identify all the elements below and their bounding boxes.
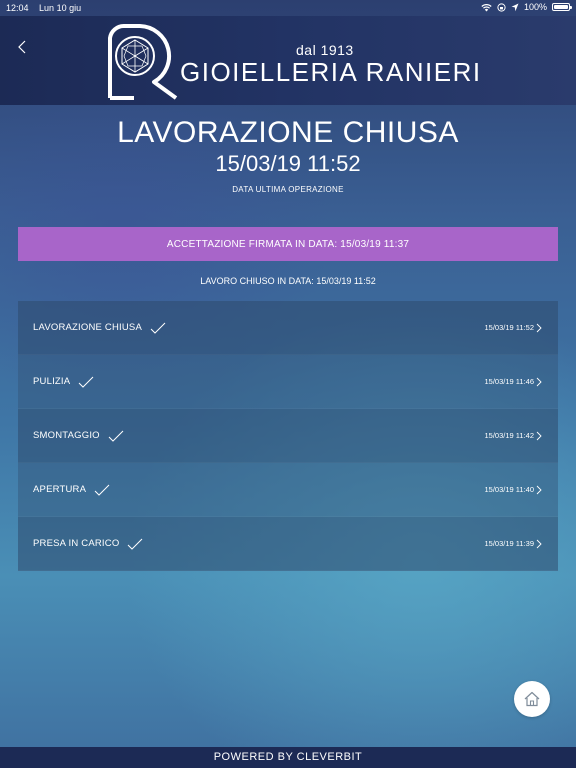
chevron-right-icon: [536, 485, 542, 494]
check-icon: [150, 322, 166, 334]
home-button[interactable]: [514, 681, 550, 717]
app-header: dal 1913 GIOIELLERIA RANIERI: [0, 16, 576, 105]
status-right: 100%: [481, 2, 572, 12]
step-label: APERTURA: [33, 484, 87, 495]
steps-list: LAVORAZIONE CHIUSA 15/03/19 11:52 PULIZI…: [18, 301, 558, 571]
acceptance-text: ACCETTAZIONE FIRMATA IN DATA: 15/03/19 1…: [166, 238, 410, 250]
step-label: SMONTAGGIO: [33, 430, 100, 441]
step-time: 15/03/19 11:42: [484, 431, 535, 440]
back-button[interactable]: [14, 38, 32, 56]
brand-since: dal 1913: [296, 42, 354, 58]
battery-fill: [554, 5, 568, 9]
step-label: PULIZIA: [33, 376, 71, 387]
footer-text: POWERED BY CLEVERBIT: [213, 751, 363, 763]
step-time: 15/03/19 11:40: [484, 485, 535, 494]
step-time: 15/03/19 11:52: [484, 323, 535, 332]
status-left: 12:04 Lun 10 giu: [6, 3, 89, 13]
wifi-icon: [481, 3, 492, 11]
lock-rotation-icon: [497, 2, 506, 12]
list-item[interactable]: PRESA IN CARICO 15/03/19 11:39: [18, 517, 558, 571]
brand-name: GIOIELLERIA RANIERI: [180, 57, 482, 87]
step-label: LAVORAZIONE CHIUSA: [33, 322, 142, 333]
job-closed-line: LAVORO CHIUSO IN DATA: 15/03/19 11:52: [200, 276, 376, 286]
last-operation-caption: DATA ULTIMA OPERAZIONE: [232, 185, 344, 194]
step-label: PRESA IN CARICO: [33, 538, 120, 549]
status-time: 12:04: [6, 3, 29, 13]
list-item[interactable]: PULIZIA 15/03/19 11:46: [18, 355, 558, 409]
check-icon: [78, 376, 94, 388]
chevron-right-icon: [536, 323, 542, 332]
location-icon: [511, 3, 519, 11]
acceptance-banner: ACCETTAZIONE FIRMATA IN DATA: 15/03/19 1…: [18, 227, 558, 261]
list-item[interactable]: APERTURA 15/03/19 11:40: [18, 463, 558, 517]
check-icon: [94, 484, 110, 496]
step-time: 15/03/19 11:46: [484, 377, 535, 386]
job-status-title: LAVORAZIONE CHIUSA: [117, 116, 459, 149]
status-bar: 12:04 Lun 10 giu 100%: [0, 0, 576, 16]
chevron-right-icon: [536, 377, 542, 386]
brand-logo: [108, 24, 178, 100]
check-icon: [128, 538, 143, 550]
battery-icon: [552, 3, 572, 11]
battery-percent: 100%: [523, 2, 547, 12]
home-icon: [524, 691, 540, 707]
step-time: 15/03/19 11:39: [484, 539, 535, 548]
status-date: Lun 10 giu: [39, 3, 82, 13]
chevron-right-icon: [536, 539, 542, 548]
last-operation-datetime: 15/03/19 11:52: [215, 151, 361, 176]
list-item[interactable]: SMONTAGGIO 15/03/19 11:42: [18, 409, 558, 463]
footer: POWERED BY CLEVERBIT: [0, 747, 576, 768]
list-item[interactable]: LAVORAZIONE CHIUSA 15/03/19 11:52: [18, 301, 558, 355]
chevron-right-icon: [536, 431, 542, 440]
check-icon: [108, 430, 124, 442]
